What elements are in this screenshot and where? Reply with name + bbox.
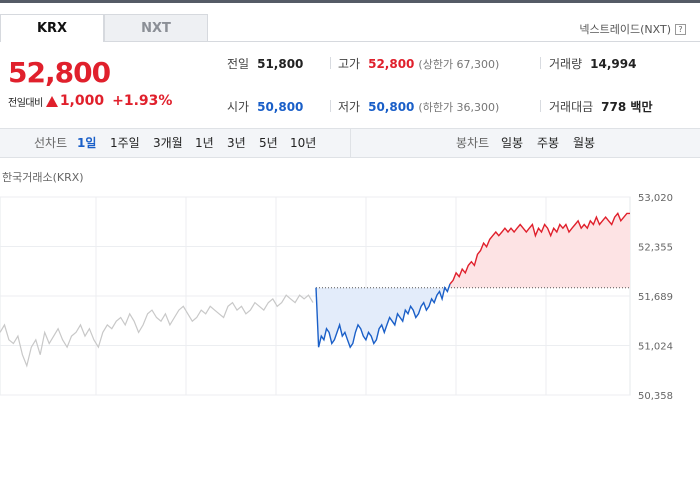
divider <box>540 100 541 112</box>
upper-limit: (상한가 67,300) <box>418 58 500 71</box>
stat-value: 52,800 <box>368 57 415 71</box>
stat-label: 시가 <box>227 100 250 114</box>
price-change: 전일대비 1,000 +1.93% <box>8 93 172 109</box>
period-3y[interactable]: 3년 <box>227 129 246 157</box>
divider <box>330 100 331 112</box>
tab-nxt[interactable]: NXT <box>104 14 208 42</box>
change-amount: 1,000 <box>59 93 105 109</box>
stat-volume: 거래량 14,994 <box>549 55 636 72</box>
period-1y[interactable]: 1년 <box>195 129 214 157</box>
change-label: 전일대비 <box>8 97 43 109</box>
candle-daily[interactable]: 일봉 <box>501 129 523 157</box>
current-price: 52,800 <box>8 56 111 89</box>
stat-value: 14,994 <box>590 57 637 71</box>
stat-open: 시가 50,800 <box>227 98 303 115</box>
tab-divider <box>208 41 700 42</box>
top-border <box>0 0 700 3</box>
stat-label: 거래량 <box>549 57 583 71</box>
period-1d[interactable]: 1일 <box>77 129 96 157</box>
stat-label: 거래대금 <box>549 100 594 114</box>
tab-krx[interactable]: KRX <box>0 14 104 42</box>
candle-chart-label: 봉차트 <box>456 136 490 150</box>
candle-monthly[interactable]: 월봉 <box>573 129 595 157</box>
lower-limit: (하한가 36,300) <box>418 101 500 114</box>
chart-svg: 53,020 52,355 51,689 51,024 50,358 <box>0 193 673 400</box>
divider <box>540 57 541 69</box>
candle-weekly[interactable]: 주봉 <box>537 129 559 157</box>
stat-value: 50,800 <box>257 100 304 114</box>
y-tick-label: 52,355 <box>638 243 673 254</box>
y-tick-label: 51,024 <box>638 342 673 353</box>
period-10y[interactable]: 10년 <box>290 129 316 157</box>
y-tick-label: 50,358 <box>638 391 673 400</box>
chart-source: 한국거래소(KRX) <box>2 171 84 184</box>
y-tick-label: 51,689 <box>638 292 673 303</box>
up-triangle-icon <box>45 95 58 107</box>
line-chart-label: 선차트 <box>34 136 68 150</box>
nextrade-link[interactable]: 넥스트레이드(NXT) ? <box>579 21 686 37</box>
stat-label: 고가 <box>338 57 361 71</box>
period-3m[interactable]: 3개월 <box>153 129 183 157</box>
stat-high: 고가 52,800 (상한가 67,300) <box>338 55 499 72</box>
y-tick-label: 53,020 <box>638 193 673 204</box>
divider <box>330 57 331 69</box>
change-percent: +1.93% <box>112 93 173 109</box>
stat-label: 전일 <box>227 57 250 71</box>
stat-amount: 거래대금 778 백만 <box>549 98 652 115</box>
chart-period-toolbar: 선차트 1일 1주일 3개월 1년 3년 5년 10년 봉차트 일봉 주봉 월봉 <box>0 128 700 158</box>
stat-value: 50,800 <box>368 100 415 114</box>
price-chart[interactable]: 53,020 52,355 51,689 51,024 50,358 <box>0 185 700 400</box>
help-icon[interactable]: ? <box>675 23 686 35</box>
nextrade-label: 넥스트레이드(NXT) <box>579 23 671 36</box>
stat-label: 저가 <box>338 100 361 114</box>
period-1w[interactable]: 1주일 <box>110 129 140 157</box>
stat-value: 778 백만 <box>601 100 653 114</box>
stat-value: 51,800 <box>257 57 304 71</box>
toolbar-divider <box>350 129 351 157</box>
stat-low: 저가 50,800 (하한가 36,300) <box>338 98 499 115</box>
period-5y[interactable]: 5년 <box>259 129 278 157</box>
stat-prev-close: 전일 51,800 <box>227 55 303 72</box>
